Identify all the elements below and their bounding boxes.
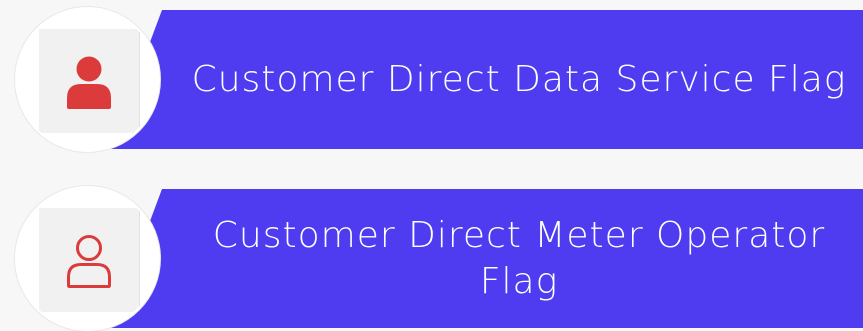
user-outline-icon bbox=[67, 235, 111, 288]
flag-title: Customer Direct Meter Operator Flag bbox=[212, 214, 826, 302]
flag-item-data-service: Customer Direct Data Service Flag bbox=[0, 7, 863, 152]
user-solid-icon bbox=[67, 56, 111, 109]
icon-tile bbox=[39, 29, 140, 133]
flag-title: Customer Direct Data Service Flag bbox=[191, 58, 847, 100]
icon-tile bbox=[39, 208, 140, 312]
flag-item-meter-operator: Customer Direct Meter Operator Flag bbox=[0, 186, 863, 331]
icon-badge bbox=[15, 7, 160, 152]
icon-badge bbox=[15, 186, 160, 331]
